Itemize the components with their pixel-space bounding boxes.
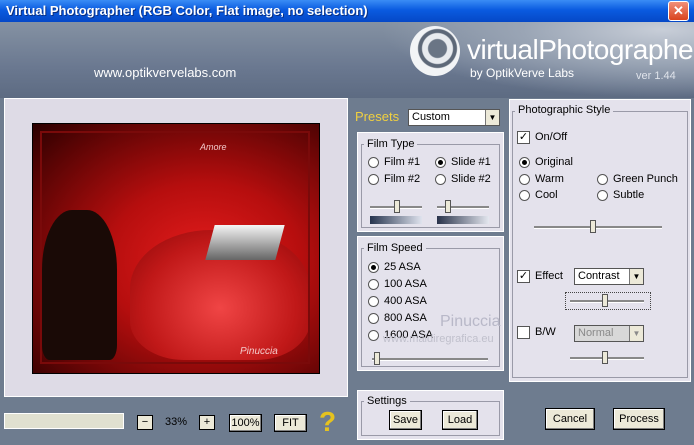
- onoff-label: On/Off: [535, 131, 568, 143]
- film-speed-slider-track[interactable]: [372, 358, 488, 361]
- zoom-100-button[interactable]: 100%: [229, 414, 262, 432]
- save-button[interactable]: Save: [389, 410, 422, 430]
- film1-label: Film #1: [384, 156, 421, 168]
- film1-radio[interactable]: [368, 157, 379, 168]
- asa400-label: 400 ASA: [384, 295, 427, 307]
- style-slider-track[interactable]: [534, 226, 662, 229]
- asa100-radio[interactable]: [368, 279, 379, 290]
- film-gradient-1: [370, 216, 422, 224]
- website-url: www.optikvervelabs.com: [94, 65, 237, 80]
- film-slider-1-thumb[interactable]: [394, 200, 400, 213]
- asa800-label: 800 ASA: [384, 312, 427, 324]
- zoom-value: 33%: [164, 416, 188, 428]
- effect-checkbox[interactable]: ✓: [517, 270, 530, 283]
- slide2-radio[interactable]: [435, 174, 446, 185]
- asa400-radio[interactable]: [368, 296, 379, 307]
- settings-title: Settings: [364, 395, 410, 407]
- bw-checkbox[interactable]: [517, 326, 530, 339]
- green-punch-radio[interactable]: [597, 174, 608, 185]
- film-slider-2-thumb[interactable]: [445, 200, 451, 213]
- version-label: ver 1.44: [636, 70, 676, 82]
- film-speed-slider-thumb[interactable]: [374, 352, 380, 365]
- zoom-fit-button[interactable]: FIT: [274, 414, 307, 432]
- presets-value: Custom: [412, 111, 450, 123]
- cool-radio[interactable]: [519, 190, 530, 201]
- warm-label: Warm: [535, 173, 564, 185]
- subtle-label: Subtle: [613, 189, 645, 201]
- presets-label: Presets: [355, 109, 400, 124]
- cool-label: Cool: [535, 189, 558, 201]
- chevron-down-icon: ▼: [629, 269, 643, 284]
- asa100-label: 100 ASA: [384, 278, 427, 290]
- asa25-radio[interactable]: [368, 262, 379, 273]
- chevron-down-icon: ▼: [485, 110, 499, 125]
- brand-name: virtualPhotographer: [467, 34, 694, 65]
- brand-byline: by OptikVerve Labs: [470, 66, 575, 80]
- slide1-radio[interactable]: [435, 157, 446, 168]
- style-title: Photographic Style: [515, 104, 614, 116]
- effect-select[interactable]: Contrast ▼: [574, 268, 644, 285]
- zoom-in-button[interactable]: +: [199, 415, 215, 430]
- slide1-label: Slide #1: [451, 156, 491, 168]
- slide2-label: Slide #2: [451, 173, 491, 185]
- green-punch-label: Green Punch: [613, 173, 678, 185]
- window-title: Virtual Photographer (RGB Color, Flat im…: [6, 3, 368, 18]
- asa800-radio[interactable]: [368, 313, 379, 324]
- image-caption-top: Amore: [200, 142, 227, 152]
- effect-slider-thumb[interactable]: [602, 294, 608, 307]
- film-gradient-2: [437, 216, 489, 224]
- logo-icon: [410, 26, 460, 76]
- help-icon[interactable]: ?: [319, 406, 336, 438]
- subtle-radio[interactable]: [597, 190, 608, 201]
- bw-select[interactable]: Normal ▼: [574, 325, 644, 342]
- asa1600-radio[interactable]: [368, 330, 379, 341]
- watermark-name: Pinuccia: [440, 313, 501, 330]
- zoom-out-button[interactable]: −: [137, 415, 153, 430]
- original-radio[interactable]: [519, 157, 530, 168]
- bw-label: B/W: [535, 326, 556, 338]
- onoff-checkbox[interactable]: ✓: [517, 131, 530, 144]
- effect-label: Effect: [535, 270, 563, 282]
- warm-radio[interactable]: [519, 174, 530, 185]
- asa25-label: 25 ASA: [384, 261, 421, 273]
- load-button[interactable]: Load: [442, 410, 478, 430]
- film-speed-title: Film Speed: [364, 242, 426, 254]
- original-label: Original: [535, 156, 573, 168]
- film-speed-group: [361, 248, 500, 367]
- chevron-down-icon: ▼: [629, 326, 643, 341]
- image-frame: [40, 131, 310, 364]
- close-button[interactable]: ✕: [668, 1, 689, 21]
- effect-value: Contrast: [578, 270, 620, 282]
- cancel-button[interactable]: Cancel: [545, 408, 595, 430]
- process-button[interactable]: Process: [613, 408, 665, 430]
- bw-slider-thumb[interactable]: [602, 351, 608, 364]
- film2-radio[interactable]: [368, 174, 379, 185]
- style-slider-thumb[interactable]: [590, 220, 596, 233]
- watermark-url: www.maldiregrafica.eu: [383, 333, 494, 345]
- film-type-title: Film Type: [364, 138, 418, 150]
- presets-select[interactable]: Custom ▼: [408, 109, 500, 126]
- bw-value: Normal: [578, 327, 614, 339]
- zoom-slider-track[interactable]: [4, 413, 124, 429]
- image-signature: Pinuccia: [240, 346, 278, 357]
- film2-label: Film #2: [384, 173, 421, 185]
